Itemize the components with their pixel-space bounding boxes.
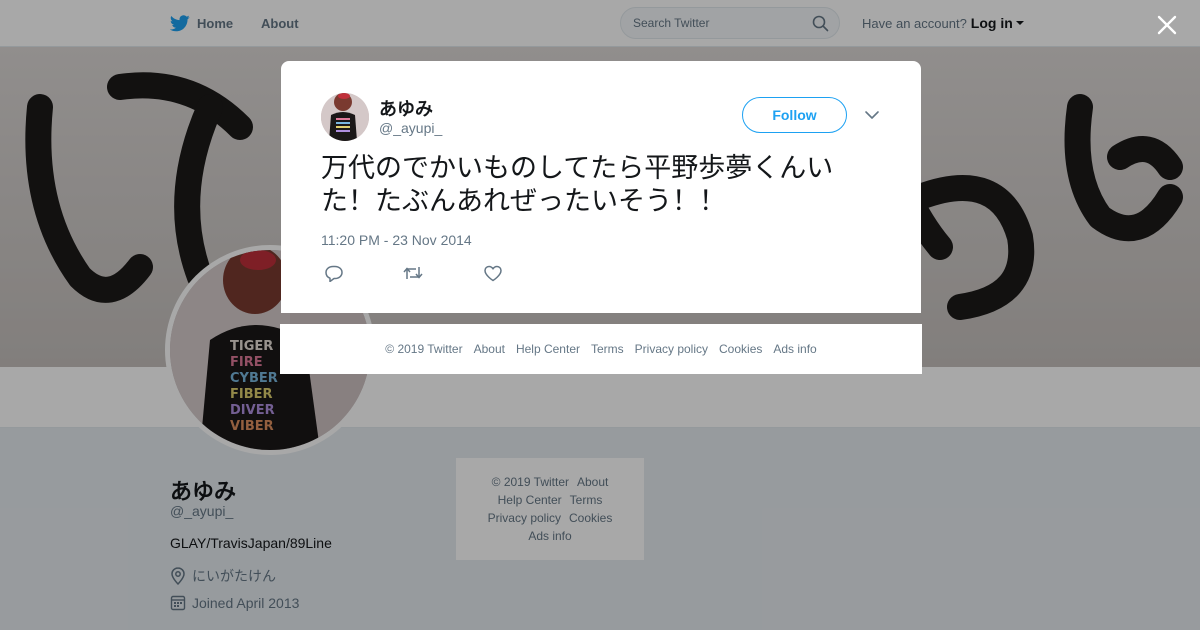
tweet-card: あゆみ @_ayupi_ Follow 万代のでかいものしてたら平野歩夢くんいた… [281, 61, 921, 313]
modal-footer-terms[interactable]: Terms [591, 342, 624, 356]
modal-footer-copyright: © 2019 Twitter [385, 342, 463, 356]
tweet-author-name[interactable]: あゆみ [379, 95, 433, 121]
modal-footer-privacy[interactable]: Privacy policy [635, 342, 708, 356]
tweet-timestamp[interactable]: 11:20 PM - 23 Nov 2014 [321, 232, 472, 248]
tweet-author-avatar[interactable] [321, 93, 369, 141]
modal-footer-about[interactable]: About [474, 342, 505, 356]
tweet-text: 万代のでかいものしてたら平野歩夢くんいた！たぶんあれぜったいそう！！ [321, 153, 834, 217]
close-icon[interactable] [1155, 13, 1179, 37]
modal-footer-cookies[interactable]: Cookies [719, 342, 762, 356]
modal-footer-ads[interactable]: Ads info [773, 342, 816, 356]
reply-icon[interactable] [323, 264, 345, 282]
modal-footer-help[interactable]: Help Center [516, 342, 580, 356]
avatar-photo [321, 93, 369, 141]
like-icon[interactable] [482, 264, 504, 282]
chevron-down-icon[interactable] [864, 108, 880, 122]
follow-button[interactable]: Follow [742, 97, 847, 133]
modal-footer: © 2019 Twitter About Help Center Terms P… [280, 324, 922, 374]
tweet-author-handle[interactable]: @_ayupi_ [379, 120, 442, 136]
retweet-icon[interactable] [402, 264, 424, 282]
